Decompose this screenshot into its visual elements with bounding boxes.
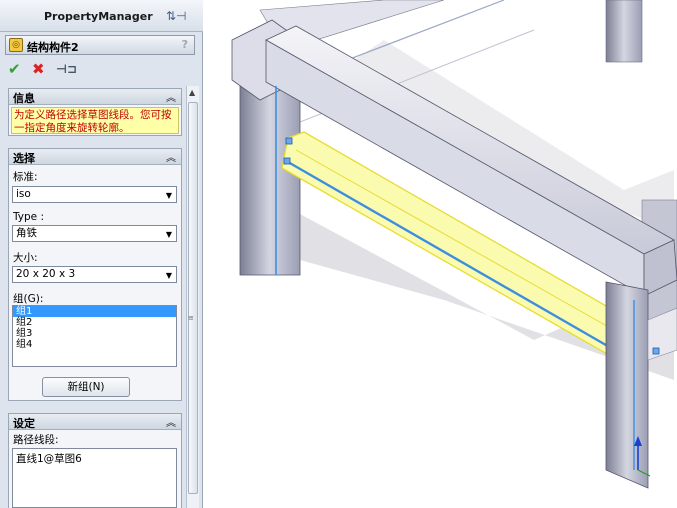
collapse-icon[interactable]: ︽ [166, 414, 176, 429]
dropdown-arrow-icon: ▼ [165, 271, 172, 280]
structural-member-icon: ◎ [9, 38, 23, 52]
list-item[interactable]: 组3 [13, 328, 176, 339]
cancel-button[interactable]: ✖ [32, 60, 45, 78]
property-manager-panel: PropertyManager ⇅⊣ ◎ 结构构件2 ? ✔ ✖ ⊣⊐ 信息 ︽… [0, 0, 203, 508]
size-label: 大小: [13, 252, 38, 264]
ok-button[interactable]: ✔ [8, 60, 21, 78]
dropdown-arrow-icon: ▼ [165, 230, 172, 239]
path-segments-label: 路径线段: [13, 434, 59, 446]
leg-back [605, 0, 643, 63]
selection-group-header[interactable]: 选择 ︽ [9, 149, 181, 165]
group-label: 组(G): [13, 293, 44, 305]
panel-title: PropertyManager [44, 10, 153, 23]
dropdown-arrow-icon: ▼ [165, 191, 172, 200]
standard-value: iso [16, 188, 31, 200]
info-message: 为定义路径选择草图线段。您可按一指定角度来旋转轮廓。 [11, 107, 179, 134]
list-item[interactable]: 直线1@草图6 [16, 451, 173, 466]
settings-group: 设定 ︽ 路径线段: 直线1@草图6 [8, 413, 182, 508]
size-value: 20 x 20 x 3 [16, 268, 76, 280]
sketch-endpoint[interactable] [283, 157, 291, 165]
collapse-icon[interactable]: ︽ [166, 89, 176, 104]
list-item[interactable]: 组2 [13, 317, 176, 328]
sketch-endpoint[interactable] [652, 347, 660, 355]
collapse-icon[interactable]: ︽ [166, 149, 176, 164]
selection-title: 选择 [13, 152, 35, 165]
selection-group: 选择 ︽ 标准: iso ▼ Type : 角铁 ▼ 大小: 20 x 20 x… [8, 148, 182, 401]
keep-visible-pin-icon[interactable]: ⊣⊐ [56, 62, 77, 76]
panel-scrollbar[interactable]: ▲ ≡ [186, 86, 199, 508]
graphics-area[interactable] [204, 0, 677, 508]
group-listbox[interactable]: 组1 组2 组3 组4 [12, 305, 177, 367]
path-segments-list[interactable]: 直线1@草图6 [12, 448, 177, 508]
info-title: 信息 [13, 92, 35, 105]
standard-select[interactable]: iso ▼ [12, 186, 177, 203]
sketch-endpoint[interactable] [285, 137, 293, 145]
grip-icon: ≡ [188, 314, 194, 322]
size-select[interactable]: 20 x 20 x 3 ▼ [12, 266, 177, 283]
type-label: Type : [13, 211, 44, 223]
scroll-thumb[interactable] [188, 102, 198, 494]
scroll-up-icon[interactable]: ▲ [189, 88, 195, 97]
feature-name: 结构构件2 [27, 41, 79, 54]
help-icon[interactable]: ? [182, 38, 188, 51]
frame-model[interactable] [204, 0, 677, 508]
list-item[interactable]: 组1 [13, 306, 176, 317]
type-value: 角铁 [16, 227, 37, 239]
info-group: 信息 ︽ 为定义路径选择草图线段。您可按一指定角度来旋转轮廓。 [8, 88, 182, 136]
panel-pin-icon[interactable]: ⇅⊣ [166, 9, 187, 23]
info-group-header[interactable]: 信息 ︽ [9, 89, 181, 105]
leg-front-right [605, 281, 649, 489]
settings-group-header[interactable]: 设定 ︽ [9, 414, 181, 430]
feature-header: ◎ 结构构件2 ? [5, 35, 195, 55]
list-item[interactable]: 组4 [13, 339, 176, 350]
type-select[interactable]: 角铁 ▼ [12, 225, 177, 242]
settings-title: 设定 [13, 417, 35, 430]
property-manager-tab[interactable]: PropertyManager ⇅⊣ [0, 0, 203, 32]
standard-label: 标准: [13, 171, 38, 183]
new-group-button[interactable]: 新组(N) [42, 377, 130, 397]
